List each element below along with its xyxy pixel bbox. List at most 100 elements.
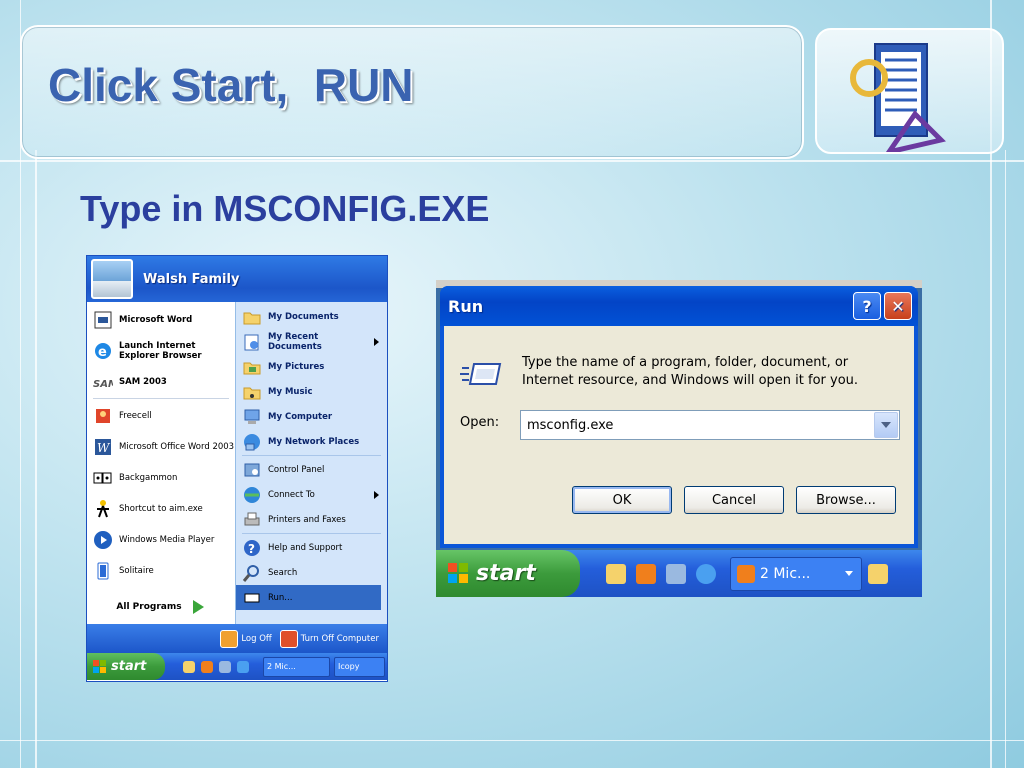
freecell-icon	[96, 408, 110, 423]
network-icon[interactable]	[666, 563, 686, 584]
menu-item-internet-explorer[interactable]: e Launch Internet Explorer Browser	[87, 335, 235, 366]
menu-item-freecell[interactable]: Freecell	[87, 400, 235, 431]
menu-item-run[interactable]: Run...	[236, 585, 381, 610]
folder-icon[interactable]	[868, 563, 888, 584]
key-icon	[220, 629, 239, 648]
search-icon	[242, 564, 259, 582]
run-window-icon	[460, 363, 502, 385]
svg-text:SAM: SAM	[93, 379, 113, 390]
menu-item-my-documents[interactable]: My Documents	[236, 304, 387, 329]
svg-text:?: ?	[248, 542, 255, 556]
run-icon	[244, 593, 260, 602]
menu-item-my-music[interactable]: My Music	[236, 379, 387, 404]
pinned-programs: Microsoft Word e Launch Internet Explore…	[87, 302, 235, 624]
menu-item-solitaire[interactable]: Solitaire	[87, 555, 235, 586]
run-description: Type the name of a program, folder, docu…	[522, 355, 859, 388]
menu-item-printers-faxes[interactable]: Printers and Faxes	[236, 507, 387, 532]
task-button-icopy[interactable]: Icopy	[334, 656, 385, 677]
printer-icon	[244, 512, 260, 525]
clock-icon	[737, 564, 755, 583]
submenu-arrow-icon	[374, 337, 379, 346]
word-doc-icon	[94, 311, 112, 328]
all-programs-button[interactable]: All Programs	[87, 594, 235, 620]
windows-flag-icon	[93, 659, 107, 674]
menu-item-sam-2003[interactable]: SAM SAM 2003	[87, 366, 235, 397]
windows-flag-icon	[448, 562, 470, 585]
network-icon[interactable]	[219, 660, 231, 673]
help-icon: ?	[244, 539, 260, 556]
ok-button[interactable]: OK	[572, 486, 672, 514]
menu-item-my-pictures[interactable]: My Pictures	[236, 354, 387, 379]
menu-item-media-player[interactable]: Windows Media Player	[87, 524, 235, 555]
separator	[242, 533, 381, 534]
backgammon-icon	[93, 472, 112, 483]
log-off-button[interactable]: Log Off	[220, 629, 272, 648]
cancel-button[interactable]: Cancel	[684, 486, 784, 514]
word-icon: W	[95, 438, 111, 455]
open-combobox[interactable]: msconfig.exe	[520, 410, 900, 440]
start-menu-taskbar: start 2 Mic... Icopy	[87, 653, 387, 680]
system-places: My Documents My Recent Documents My Pict…	[235, 302, 387, 624]
user-name: Walsh Family	[143, 271, 240, 287]
menu-item-aim[interactable]: Shortcut to aim.exe	[87, 493, 235, 524]
start-menu-footer: Log Off Turn Off Computer	[87, 624, 387, 653]
solitaire-icon	[97, 562, 109, 579]
clock-icon[interactable]	[201, 660, 213, 673]
separator	[93, 398, 229, 399]
start-menu: Walsh Family Microsoft Word e Launch Int…	[86, 255, 388, 682]
document-logo-icon	[850, 43, 946, 156]
menu-item-word-2003[interactable]: W Microsoft Office Word 2003	[87, 431, 235, 462]
media-player-icon	[94, 530, 112, 549]
svg-text:W: W	[97, 441, 111, 455]
svg-text:e: e	[98, 345, 107, 360]
run-title: Run	[448, 296, 484, 316]
help-button[interactable]: ?	[853, 292, 881, 320]
menu-item-my-network-places[interactable]: My Network Places	[236, 429, 387, 454]
run-dialog-body: Type the name of a program, folder, docu…	[444, 326, 914, 544]
separator	[242, 455, 381, 456]
menu-item-backgammon[interactable]: Backgammon	[87, 462, 235, 493]
menu-item-my-recent-documents[interactable]: My Recent Documents	[236, 329, 387, 354]
taskbar: start 2 Mic...	[436, 550, 922, 597]
task-button[interactable]: 2 Mic...	[730, 556, 862, 591]
green-arrow-icon	[192, 600, 204, 614]
start-button[interactable]: start	[436, 550, 580, 597]
submenu-arrow-icon	[374, 490, 379, 499]
power-icon	[279, 629, 298, 648]
menu-item-my-computer[interactable]: My Computer	[236, 404, 387, 429]
sam-icon: SAM	[93, 379, 113, 390]
slide-subtitle: Type in MSCONFIG.EXE	[80, 188, 490, 229]
start-button-small[interactable]: start	[87, 653, 165, 680]
chevron-down-icon[interactable]	[874, 412, 898, 438]
menu-item-help-support[interactable]: ? Help and Support	[236, 535, 387, 560]
network-icon	[244, 433, 260, 450]
menu-item-control-panel[interactable]: Control Panel	[236, 457, 387, 482]
turn-off-button[interactable]: Turn Off Computer	[279, 629, 379, 648]
slide-title: Click Start, RUN	[48, 59, 414, 111]
browse-button[interactable]: Browse...	[796, 486, 896, 514]
close-button[interactable]: ✕	[884, 292, 912, 320]
menu-item-microsoft-word[interactable]: Microsoft Word	[87, 304, 235, 335]
run-title-bar: Run ? ✕	[440, 286, 918, 326]
folder-icon[interactable]	[183, 660, 195, 673]
internet-explorer-icon: e	[95, 342, 111, 360]
internet-explorer-icon[interactable]	[237, 660, 249, 673]
connect-icon	[244, 486, 260, 503]
folder-icon[interactable]	[606, 563, 626, 584]
clock-icon[interactable]	[636, 563, 656, 584]
start-menu-header: Walsh Family	[87, 256, 387, 302]
logo-frame	[815, 28, 1004, 156]
menu-item-search[interactable]: Search	[236, 560, 387, 585]
user-avatar	[91, 259, 133, 299]
computer-icon	[244, 409, 260, 424]
open-value[interactable]: msconfig.exe	[521, 418, 874, 433]
run-dialog: Run ? ✕ Type the name of a program, fold…	[440, 286, 918, 548]
recent-docs-icon	[244, 334, 259, 350]
internet-explorer-icon[interactable]	[696, 563, 716, 584]
control-panel-icon	[244, 463, 260, 476]
menu-item-connect-to[interactable]: Connect To	[236, 482, 387, 507]
chevron-down-icon	[845, 571, 853, 576]
pictures-folder-icon	[243, 362, 261, 374]
folder-icon	[243, 312, 261, 324]
task-button[interactable]: 2 Mic...	[263, 656, 330, 677]
